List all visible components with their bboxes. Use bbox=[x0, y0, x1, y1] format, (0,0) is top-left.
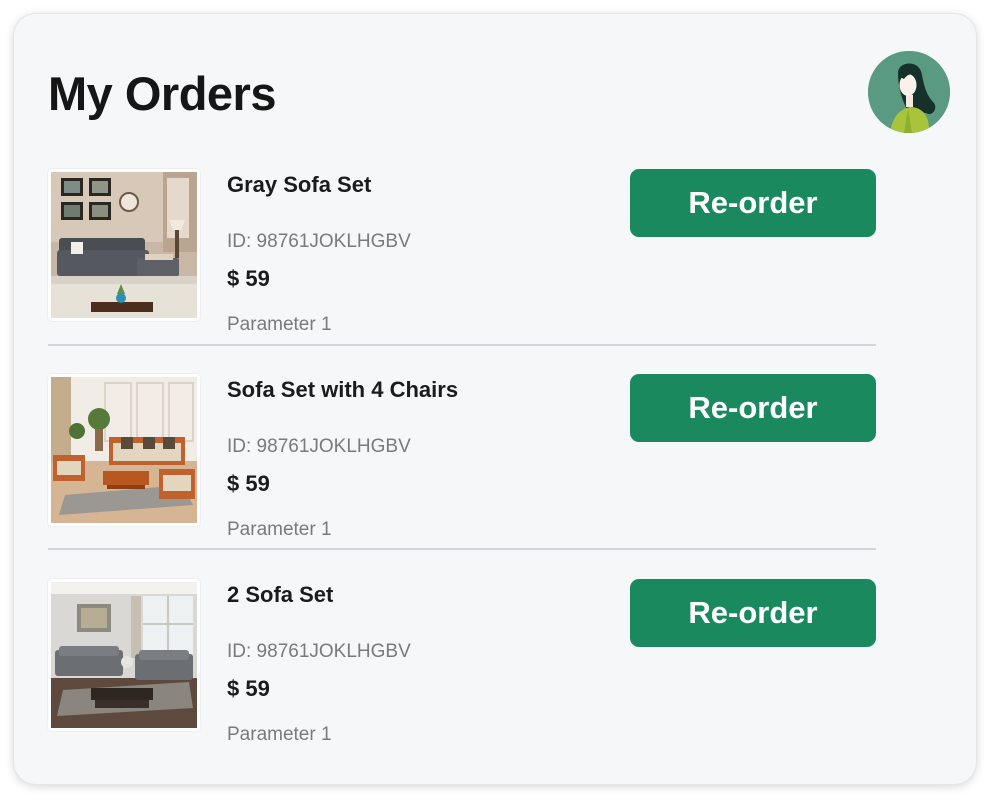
gray-sofa-living-room-photo bbox=[51, 172, 197, 318]
product-parameter: Parameter 1 bbox=[227, 724, 332, 745]
product-name: 2 Sofa Set bbox=[227, 582, 334, 607]
order-id: ID: 98761JOKLHGBV bbox=[227, 231, 411, 252]
product-price: $ 59 bbox=[227, 266, 270, 291]
product-name: Gray Sofa Set bbox=[227, 172, 372, 197]
product-parameter: Parameter 1 bbox=[227, 314, 332, 335]
page-title: My Orders bbox=[48, 67, 276, 120]
product-parameter: Parameter 1 bbox=[227, 519, 332, 540]
gray-two-sofa-set-photo bbox=[51, 582, 197, 728]
reorder-button[interactable]: Re-order bbox=[630, 374, 876, 442]
product-price: $ 59 bbox=[227, 676, 270, 701]
order-id: ID: 98761JOKLHGBV bbox=[227, 436, 411, 457]
order-id: ID: 98761JOKLHGBV bbox=[227, 641, 411, 662]
order-item: Sofa Set with 4 Chairs ID: 98761JOKLHGBV… bbox=[48, 372, 876, 546]
avatar[interactable] bbox=[868, 51, 950, 133]
product-name: Sofa Set with 4 Chairs bbox=[227, 377, 459, 402]
product-image[interactable] bbox=[48, 374, 200, 526]
divider bbox=[48, 548, 876, 550]
orders-card: My Orders Gray Sofa Set ID: 98761JOKLHGB… bbox=[14, 14, 976, 784]
wooden-sofa-set-photo bbox=[51, 377, 197, 523]
reorder-button[interactable]: Re-order bbox=[630, 169, 876, 237]
divider bbox=[48, 344, 876, 346]
product-image[interactable] bbox=[48, 579, 200, 731]
product-image[interactable] bbox=[48, 169, 200, 321]
reorder-button[interactable]: Re-order bbox=[630, 579, 876, 647]
order-item: 2 Sofa Set ID: 98761JOKLHGBV $ 59 Parame… bbox=[48, 577, 876, 751]
product-price: $ 59 bbox=[227, 471, 270, 496]
woman-avatar-icon bbox=[868, 51, 950, 133]
order-item: Gray Sofa Set ID: 98761JOKLHGBV $ 59 Par… bbox=[48, 167, 876, 341]
